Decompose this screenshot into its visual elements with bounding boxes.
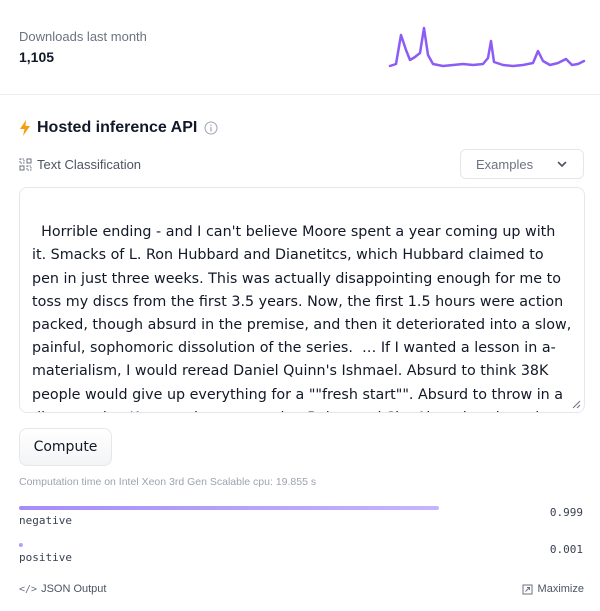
code-icon: </> [19,583,38,595]
input-textarea[interactable]: Horrible ending - and I can't believe Mo… [19,187,585,413]
inference-api-header: Hosted inference API [19,118,218,138]
result-label: positive [19,551,72,564]
downloads-label: Downloads last month [19,29,147,44]
compute-button[interactable]: Compute [19,428,112,466]
score-bar [19,543,23,547]
computation-time: Computation time on Intel Xeon 3rd Gen S… [19,476,317,488]
info-icon[interactable] [204,121,218,135]
sparkline-line [388,26,586,68]
result-row-positive: positive 0.001 [19,543,585,564]
json-output-label: JSON Output [41,583,107,595]
examples-label: Examples [476,156,534,172]
examples-dropdown[interactable]: Examples [460,149,584,179]
input-text: Horrible ending - and I can't believe Mo… [32,224,572,412]
downloads-stats: Downloads last month 1,105 [19,28,147,67]
inference-api-title: Hosted inference API [37,119,198,136]
task-type: Text Classification [19,154,141,174]
section-divider [0,94,600,95]
result-score: 0.999 [549,506,583,519]
downloads-sparkline [388,26,586,68]
score-bar [19,506,439,510]
lightning-bolt-icon [19,119,31,137]
result-score: 0.001 [549,543,583,556]
json-output-link[interactable]: </> JSON Output [19,583,106,595]
chevron-down-icon [556,158,568,170]
result-row-negative: negative 0.999 [19,506,585,527]
maximize-label: Maximize [537,583,584,595]
task-label: Text Classification [37,156,142,172]
result-label: negative [19,514,72,527]
maximize-icon [522,584,533,595]
maximize-button[interactable]: Maximize [522,583,584,595]
text-classification-icon [19,158,32,171]
resize-handle-icon[interactable] [572,400,581,409]
downloads-count: 1,105 [19,49,55,65]
